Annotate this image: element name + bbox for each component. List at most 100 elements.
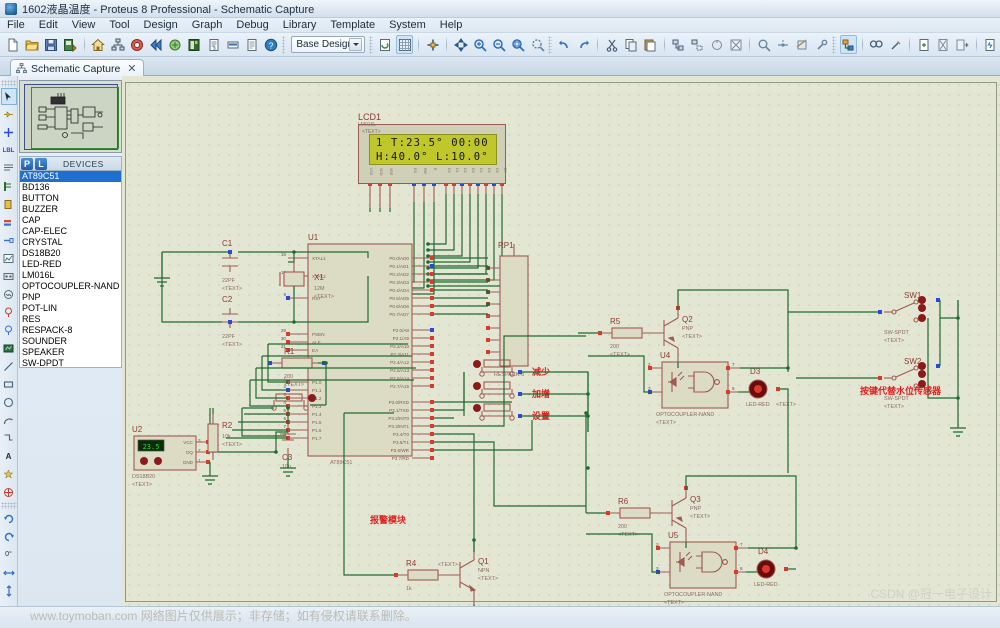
device-item-at89c51[interactable]: AT89C51 — [20, 171, 121, 182]
close-icon[interactable]: ✕ — [127, 62, 136, 75]
netlist-icon[interactable] — [224, 35, 241, 54]
device-item-bd136[interactable]: BD136 — [20, 182, 121, 193]
line-mode-icon[interactable] — [1, 358, 17, 375]
mirror-vertical-icon[interactable] — [1, 582, 17, 599]
menu-tool[interactable]: Tool — [102, 18, 136, 33]
menu-library[interactable]: Library — [276, 18, 324, 33]
packaging-tool-icon[interactable] — [794, 35, 811, 54]
optocoupler-branch-2[interactable]: R6 200 <TEXT> Q3 PNP <TEXT> U5 OPTOCOUPL… — [585, 413, 798, 606]
keypad-buttons[interactable]: 减少 加增 设置 — [434, 359, 590, 432]
pick-devices-badge[interactable]: P — [21, 157, 33, 170]
device-item-buzzer[interactable]: BUZZER — [20, 204, 121, 215]
zoom-area-icon[interactable] — [529, 35, 546, 54]
device-item-res[interactable]: RES — [20, 314, 121, 325]
toolbar-grip-4[interactable] — [832, 35, 836, 54]
device-item-lm016l[interactable]: LM016L — [20, 270, 121, 281]
device-item-pot-lin[interactable]: POT-LIN — [20, 303, 121, 314]
menu-system[interactable]: System — [382, 18, 433, 33]
menu-view[interactable]: View — [65, 18, 103, 33]
chevron-down-icon[interactable] — [349, 38, 363, 51]
device-item-cap[interactable]: CAP — [20, 215, 121, 226]
text-mode-icon[interactable]: A — [1, 448, 17, 465]
decompose-icon[interactable] — [813, 35, 830, 54]
box-mode-icon[interactable] — [1, 376, 17, 393]
device-item-pnp[interactable]: PNP — [20, 292, 121, 303]
mirror-horizontal-icon[interactable] — [1, 564, 17, 581]
symbol-mode-icon[interactable] — [1, 466, 17, 483]
zoom-all-icon[interactable] — [510, 35, 527, 54]
menu-design[interactable]: Design — [137, 18, 185, 33]
water-level-switches[interactable]: SW1 SW-SPDT <TEXT> SW2 SW-SPDT <TEXT> — [788, 291, 966, 437]
cut-icon[interactable] — [603, 35, 620, 54]
save-icon[interactable] — [42, 35, 59, 54]
virtual-instrument-mode-icon[interactable] — [1, 340, 17, 357]
device-item-ds18b20[interactable]: DS18B20 — [20, 248, 121, 259]
new-sheet-icon[interactable] — [915, 35, 932, 54]
property-assign-icon[interactable] — [887, 35, 904, 54]
overview-panel[interactable] — [19, 80, 122, 153]
tab-schematic-capture[interactable]: Schematic Capture ✕ — [10, 59, 144, 77]
block-move-icon[interactable] — [689, 35, 706, 54]
left-tool-grip-2[interactable] — [0, 502, 17, 509]
device-item-crystal[interactable]: CRYSTAL — [20, 237, 121, 248]
search-tag-icon[interactable] — [868, 35, 885, 54]
sensor-u2[interactable]: U2 DS18B20 <TEXT> 23.5 VCCDQGND 321 — [132, 408, 276, 488]
source-code-icon[interactable] — [243, 35, 260, 54]
circle-mode-icon[interactable] — [1, 394, 17, 411]
device-item-sounder[interactable]: SOUNDER — [20, 336, 121, 347]
junction-dot-mode-icon[interactable] — [1, 124, 17, 141]
generator-mode-icon[interactable] — [1, 286, 17, 303]
block-rotate-icon[interactable] — [708, 35, 725, 54]
block-copy-icon[interactable] — [670, 35, 687, 54]
bus-mode-icon[interactable] — [1, 178, 17, 195]
subcircuit-mode-icon[interactable] — [1, 196, 17, 213]
toolbar-grip-2[interactable] — [369, 35, 373, 54]
open-folder-icon[interactable] — [23, 35, 40, 54]
exit-sheet-icon[interactable] — [954, 35, 971, 54]
device-item-cap-elec[interactable]: CAP-ELEC — [20, 226, 121, 237]
text-script-mode-icon[interactable] — [1, 160, 17, 177]
device-pin-mode-icon[interactable] — [1, 232, 17, 249]
redo-icon[interactable] — [575, 35, 592, 54]
home-icon[interactable] — [90, 35, 107, 54]
bill-of-materials-icon[interactable] — [982, 35, 999, 54]
refresh-icon[interactable] — [377, 35, 394, 54]
hierarchy-icon[interactable] — [109, 35, 126, 54]
mcu-u1[interactable]: U1 AT89C51 XTAL1XTAL2 RST PSENALEEA P1.0… — [281, 233, 434, 466]
pick-device-icon[interactable] — [755, 35, 772, 54]
device-item-respack-8[interactable]: RESPACK-8 — [20, 325, 121, 336]
selection-mode-icon[interactable] — [0, 88, 17, 105]
switch-sw1[interactable]: SW1 SW-SPDT <TEXT> — [878, 291, 940, 344]
make-device-icon[interactable] — [775, 35, 792, 54]
bom-icon[interactable] — [128, 35, 145, 54]
arc-mode-icon[interactable] — [1, 412, 17, 429]
toolbar-grip[interactable] — [281, 35, 286, 54]
paste-icon[interactable] — [642, 35, 659, 54]
switch-sw2[interactable]: SW2 SW-SPDT <TEXT> — [878, 357, 940, 410]
zoom-out-icon[interactable] — [491, 35, 508, 54]
tape-recorder-mode-icon[interactable] — [1, 268, 17, 285]
menu-template[interactable]: Template — [323, 18, 382, 33]
key-button-setting[interactable]: 设置 — [473, 403, 550, 422]
device-item-button[interactable]: BUTTON — [20, 193, 121, 204]
left-tool-grip[interactable] — [0, 80, 17, 87]
back-icon[interactable] — [147, 35, 164, 54]
block-delete-icon[interactable] — [727, 35, 744, 54]
origin-icon[interactable] — [424, 35, 441, 54]
graph-mode-icon[interactable] — [1, 250, 17, 267]
menu-help[interactable]: Help — [433, 18, 470, 33]
copy-icon[interactable] — [622, 35, 639, 54]
device-item-sw-dpdt[interactable]: SW-DPDT — [20, 358, 121, 367]
current-probe-mode-icon[interactable] — [1, 322, 17, 339]
rotate-anticlockwise-icon[interactable] — [1, 528, 17, 545]
zoom-in-icon[interactable] — [471, 35, 488, 54]
pan-icon[interactable] — [452, 35, 469, 54]
report-icon[interactable]: $ — [205, 35, 222, 54]
menu-debug[interactable]: Debug — [229, 18, 275, 33]
grid-icon[interactable] — [396, 35, 414, 54]
menu-file[interactable]: File — [0, 18, 32, 33]
schematic-canvas[interactable]: .w { stroke:#1f6b2f; stroke-width:1.2; f… — [122, 76, 1000, 606]
optocoupler-branch-1[interactable]: R5 200 <TEXT> Q2 PNP <TEXT> U4 OPTOCOUPL… — [578, 289, 796, 473]
menu-edit[interactable]: Edit — [32, 18, 65, 33]
save-as-module-icon[interactable] — [62, 35, 79, 54]
